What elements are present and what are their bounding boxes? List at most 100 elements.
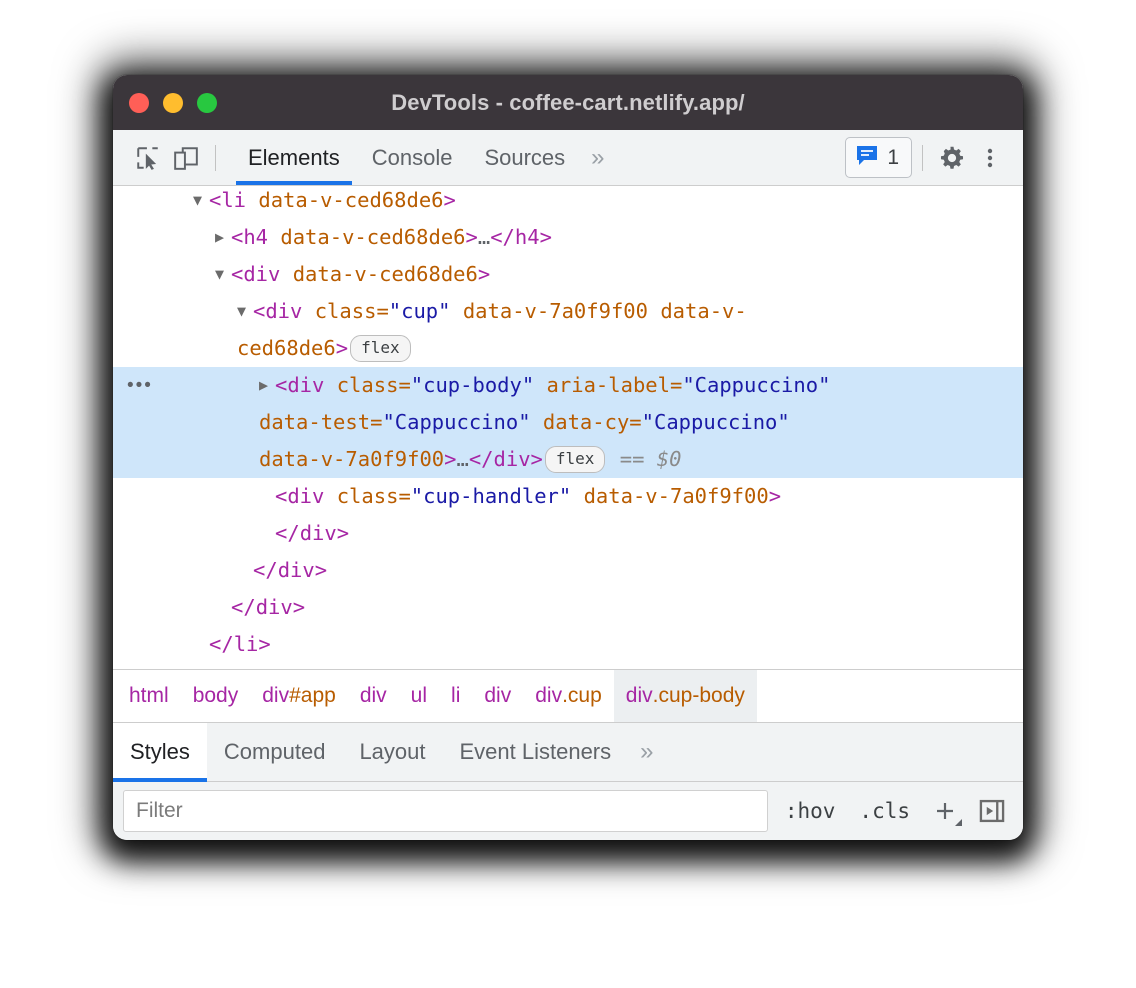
token-tag: li [221, 188, 246, 212]
dom-node-markup: <li data-v-ced68de6> [209, 188, 456, 212]
twisty-expanded-icon[interactable]: ▼ [237, 293, 253, 330]
breadcrumb-item-div-cup-body[interactable]: div.cup-body [614, 670, 757, 722]
dom-node-row[interactable]: ▶<h4 data-v-ced68de6>…</h4> [113, 219, 1023, 256]
dom-node-row[interactable]: <div class="cup-handler" data-v-7a0f9f00… [113, 478, 1023, 515]
twisty-placeholder [193, 626, 209, 663]
token-space [534, 373, 546, 397]
dom-node-row[interactable]: ▼<div class="cup" data-v-7a0f9f00 data-v… [113, 293, 1023, 367]
message-count-button[interactable]: 1 [845, 137, 912, 178]
flex-badge[interactable]: flex [350, 335, 411, 362]
twisty-collapsed-icon[interactable]: ▶ [259, 367, 275, 404]
dom-node-row-selected[interactable]: •••▶<div class="cup-body" aria-label="Ca… [113, 367, 1023, 478]
dom-node-row[interactable]: </div> [113, 552, 1023, 589]
token-attrn: data-v-7a0f9f00 [463, 299, 648, 323]
sidebar-panel-toggle-icon[interactable] [973, 792, 1011, 830]
chevron-down-icon [955, 819, 962, 826]
tab-layout[interactable]: Layout [342, 723, 442, 781]
token-punct2: = [398, 484, 410, 508]
token-punct: </ [253, 558, 278, 582]
close-window-button[interactable] [129, 93, 149, 113]
twisty-collapsed-icon[interactable]: ▶ [215, 219, 231, 256]
cls-toggle-button[interactable]: .cls [852, 795, 917, 827]
tab-styles[interactable]: Styles [113, 723, 207, 781]
token-punct: < [275, 484, 287, 508]
breadcrumb-item-ul[interactable]: ul [399, 670, 439, 722]
minimize-window-button[interactable] [163, 93, 183, 113]
token-punct: > [540, 225, 552, 249]
breadcrumb-item-html[interactable]: html [113, 670, 181, 722]
token-space [531, 410, 543, 434]
token-space [246, 188, 258, 212]
token-punct2: = [398, 373, 410, 397]
dom-node-row[interactable]: </div> [113, 589, 1023, 626]
flex-badge[interactable]: flex [545, 446, 606, 473]
token-tag: div [278, 558, 315, 582]
devtools-window: DevTools - coffee-cart.netlify.app/ Elem… [113, 75, 1023, 840]
breadcrumb-item-body[interactable]: body [181, 670, 251, 722]
more-pane-tabs-icon[interactable]: » [628, 723, 665, 781]
dom-tree: ▼<li data-v-ced68de6>…</li>▼<li data-v-c… [113, 186, 1023, 663]
token-space [324, 484, 336, 508]
inspect-element-icon[interactable] [129, 139, 167, 177]
dom-node-content: ▶<h4 data-v-ced68de6>…</h4> [215, 219, 552, 256]
dom-node-row[interactable]: ▼<div data-v-ced68de6> [113, 256, 1023, 293]
token-attrv: "cup-handler" [411, 484, 571, 508]
gear-icon[interactable] [933, 139, 971, 177]
breadcrumb-tag: div [262, 684, 289, 708]
kebab-menu-icon[interactable] [971, 139, 1009, 177]
more-tabs-icon[interactable]: » [581, 130, 614, 185]
token-tag: div [287, 373, 324, 397]
token-punct2: = [670, 373, 682, 397]
dom-node-content: <div class="cup-handler" data-v-7a0f9f00… [259, 478, 781, 515]
maximize-window-button[interactable] [197, 93, 217, 113]
node-overflow-ellipsis[interactable]: ••• [127, 367, 153, 404]
breadcrumb-item-div-app[interactable]: div#app [250, 670, 348, 722]
token-punct2: = [629, 410, 641, 434]
tab-computed[interactable]: Computed [207, 723, 343, 781]
new-style-rule-button[interactable] [927, 793, 963, 829]
twisty-expanded-icon[interactable]: ▼ [215, 256, 231, 293]
dom-tree-panel[interactable]: ▼<li data-v-ced68de6>…</li>▼<li data-v-c… [113, 186, 1023, 669]
token-space [571, 484, 583, 508]
token-punct: > [769, 484, 781, 508]
breadcrumb-item-div[interactable]: div [472, 670, 523, 722]
dom-node-markup: </div> [275, 521, 349, 545]
breadcrumb-class: .cup-body [653, 684, 745, 708]
window-titlebar: DevTools - coffee-cart.netlify.app/ [113, 75, 1023, 130]
breadcrumb-item-div-cup[interactable]: div.cup [523, 670, 614, 722]
twisty-placeholder [215, 589, 231, 626]
breadcrumb-tag: div [535, 684, 562, 708]
tab-elements[interactable]: Elements [232, 130, 356, 185]
device-toolbar-icon[interactable] [167, 139, 205, 177]
token-attrn: class [315, 299, 377, 323]
dom-node-row[interactable]: </li> [113, 626, 1023, 663]
breadcrumb-item-li[interactable]: li [439, 670, 472, 722]
traffic-lights [129, 93, 217, 113]
breadcrumb-item-div[interactable]: div [348, 670, 399, 722]
hov-toggle-button[interactable]: :hov [778, 795, 843, 827]
breadcrumb-tag: div [360, 684, 387, 708]
twisty-placeholder [259, 478, 275, 515]
dom-node-row[interactable]: ▼<li data-v-ced68de6> [113, 186, 1023, 219]
token-punct: > [336, 336, 348, 360]
window-title: DevTools - coffee-cart.netlify.app/ [113, 90, 1023, 116]
token-punct: </ [469, 447, 494, 471]
token-space [280, 262, 292, 286]
token-space [268, 225, 280, 249]
twisty-placeholder [237, 552, 253, 589]
token-punct: </ [231, 595, 256, 619]
token-attrn: data-v-ced68de6 [280, 225, 465, 249]
dom-node-row[interactable]: </div> [113, 515, 1023, 552]
dom-node-content: ▼<div data-v-ced68de6> [215, 256, 490, 293]
token-attrn: data-v-7a0f9f00 [259, 447, 444, 471]
tab-sources[interactable]: Sources [468, 130, 581, 185]
twisty-expanded-icon[interactable]: ▼ [193, 186, 209, 219]
token-gray: … [478, 225, 490, 249]
dom-node-content: ▼<div class="cup" data-v-7a0f9f00 data-v… [237, 293, 837, 367]
toolbar-right-group: 1 [845, 137, 1023, 178]
filter-input[interactable]: Filter [123, 790, 768, 832]
token-punct: < [231, 225, 243, 249]
tab-console[interactable]: Console [356, 130, 469, 185]
tab-event-listeners[interactable]: Event Listeners [443, 723, 629, 781]
token-punct: > [258, 632, 270, 656]
